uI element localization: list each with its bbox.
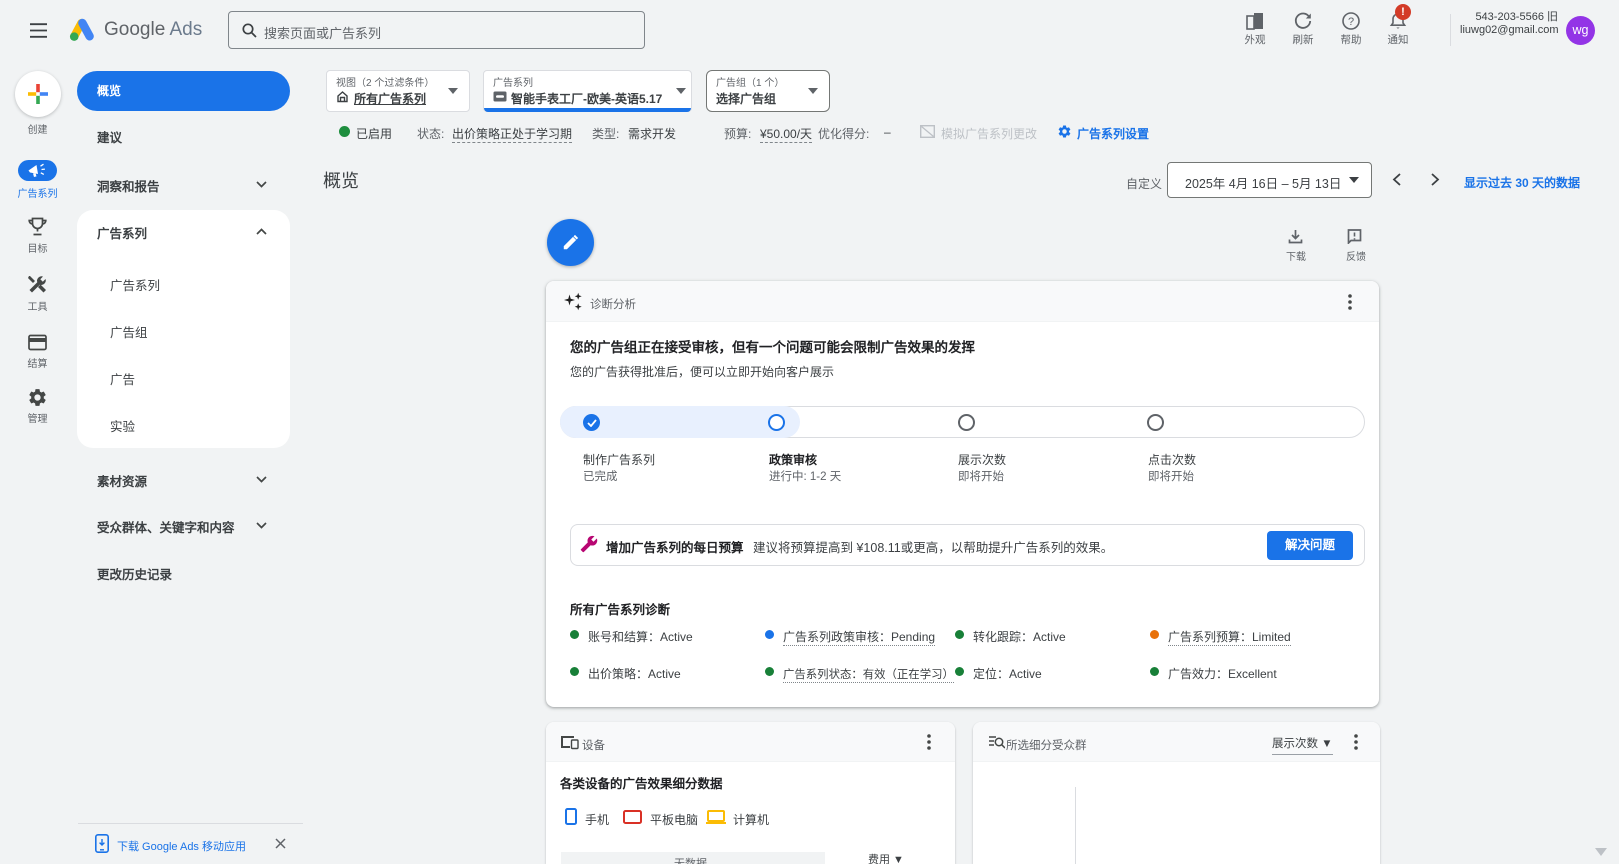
svg-text:?: ?: [1348, 16, 1354, 28]
